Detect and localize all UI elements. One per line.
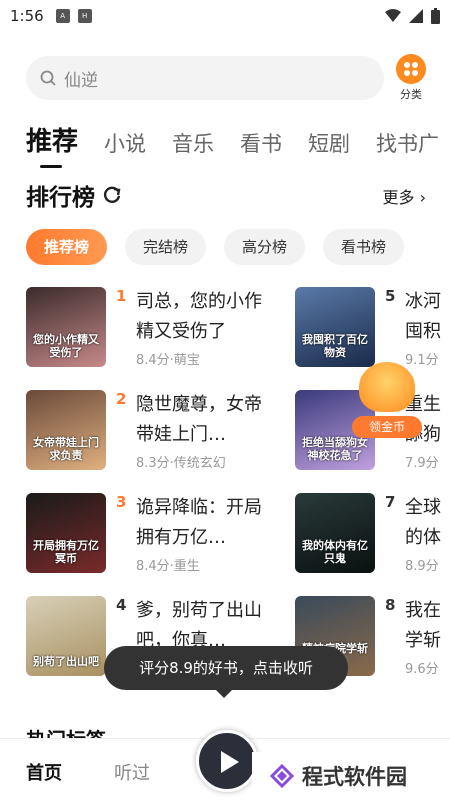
book-item[interactable]: 我的体内有亿只鬼 7 全球的体 8.9分 — [295, 493, 450, 574]
cover-title: 我囤积了百亿物资 — [302, 333, 368, 359]
book-rank: 5 — [385, 287, 396, 305]
category-button[interactable]: 分类 — [394, 54, 428, 102]
notification-hms-icon: H — [77, 9, 92, 23]
category-icon — [396, 54, 426, 84]
tab-music[interactable]: 音乐 — [172, 128, 214, 158]
book-item[interactable]: 您的小作精又受伤了 1 司总，您的小作精又受伤了 8.4分·萌宝 — [26, 287, 266, 368]
book-name: 隐世魔尊，女帝带娃上门… — [136, 394, 262, 445]
refresh-icon[interactable] — [101, 184, 123, 206]
book-rank: 2 — [116, 390, 127, 408]
book-name: 全球的体 — [405, 497, 441, 548]
tab-novel[interactable]: 小说 — [104, 128, 146, 158]
status-bar: 1:56 A H — [0, 0, 450, 32]
cover-title: 女帝带娃上门求负责 — [33, 436, 99, 462]
book-item[interactable]: 开局拥有万亿冥币 3 诡异降临：开局拥有万亿… 8.4分·重生 — [26, 493, 266, 574]
book-meta: 8.3分·传统玄幻 — [136, 456, 226, 471]
cover-title: 您的小作精又受伤了 — [33, 333, 99, 359]
book-cover: 开局拥有万亿冥币 — [26, 493, 106, 573]
play-icon — [221, 751, 239, 773]
cover-title: 我的体内有亿只鬼 — [302, 539, 368, 565]
more-label: 更多 — [382, 188, 415, 207]
book-meta: 8.4分·萌宝 — [136, 353, 200, 368]
book-cover: 女帝带娃上门求负责 — [26, 390, 106, 470]
more-link[interactable]: 更多 › — [382, 184, 426, 208]
book-rank: 7 — [385, 493, 396, 511]
book-cover: 我的体内有亿只鬼 — [295, 493, 375, 573]
search-placeholder: 仙逆 — [64, 70, 98, 91]
book-item[interactable]: 女帝带娃上门求负责 2 隐世魔尊，女帝带娃上门… 8.3分·传统玄幻 — [26, 390, 266, 471]
nav-home[interactable]: 首页 — [26, 759, 62, 785]
audio-player-button[interactable] — [196, 730, 258, 792]
book-name: 冰河囤积 — [405, 291, 441, 342]
ranking-header: 排行榜 — [26, 178, 123, 212]
book-cover: 别苟了出山吧 — [26, 596, 106, 676]
listen-tooltip[interactable]: 评分8.9的好书，点击收听 — [104, 646, 348, 698]
book-rank: 1 — [116, 287, 127, 305]
red-envelope-icon — [359, 362, 415, 412]
cover-title: 开局拥有万亿冥币 — [33, 539, 99, 565]
book-name: 司总，您的小作精又受伤了 — [136, 291, 262, 342]
book-meta: 7.9分 — [405, 456, 439, 471]
watermark: 程式软件园 — [252, 752, 450, 800]
status-time: 1:56 — [10, 7, 44, 25]
book-item[interactable]: 我囤积了百亿物资 5 冰河囤积 9.1分 — [295, 287, 450, 368]
book-cover: 我囤积了百亿物资 — [295, 287, 375, 367]
book-meta: 8.4分·重生 — [136, 559, 200, 574]
ranking-chips: 推荐榜 完结榜 高分榜 看书榜 — [26, 229, 405, 265]
search-bar[interactable]: 仙逆 — [26, 56, 384, 100]
book-cover: 您的小作精又受伤了 — [26, 287, 106, 367]
watermark-text: 程式软件园 — [302, 765, 407, 789]
book-meta: 9.6分 — [405, 662, 439, 677]
category-label: 分类 — [400, 88, 422, 101]
nav-listened[interactable]: 听过 — [114, 759, 150, 785]
notification-a-icon: A — [55, 9, 70, 23]
watermark-logo-icon — [270, 764, 294, 788]
book-rank: 3 — [116, 493, 127, 511]
battery-icon — [431, 8, 440, 24]
tab-find-books[interactable]: 找书广 — [376, 128, 439, 158]
ranking-title: 排行榜 — [26, 185, 95, 211]
tab-read[interactable]: 看书 — [240, 128, 282, 158]
search-icon — [40, 70, 56, 86]
chip-reading[interactable]: 看书榜 — [323, 229, 405, 265]
chevron-right-icon: › — [419, 188, 426, 207]
cover-title: 别苟了出山吧 — [33, 655, 99, 668]
coin-label: 领金币 — [352, 416, 422, 438]
book-meta: 8.9分 — [405, 559, 439, 574]
chip-finished[interactable]: 完结榜 — [125, 229, 207, 265]
cover-title: 拒绝当舔狗女神校花急了 — [302, 436, 368, 462]
book-name: 诡异降临：开局拥有万亿… — [136, 497, 262, 548]
book-name: 我在学斩 — [405, 600, 441, 651]
tab-recommend[interactable]: 推荐 — [26, 121, 78, 168]
coin-reward-button[interactable]: 领金币 — [350, 362, 424, 438]
book-rank: 8 — [385, 596, 396, 614]
wifi-icon — [385, 9, 401, 22]
tab-short-drama[interactable]: 短剧 — [308, 128, 350, 158]
top-tabs: 推荐 小说 音乐 看书 短剧 找书广 — [26, 114, 450, 168]
chip-high-score[interactable]: 高分榜 — [224, 229, 306, 265]
chip-recommend[interactable]: 推荐榜 — [26, 229, 108, 265]
signal-icon — [409, 9, 423, 23]
